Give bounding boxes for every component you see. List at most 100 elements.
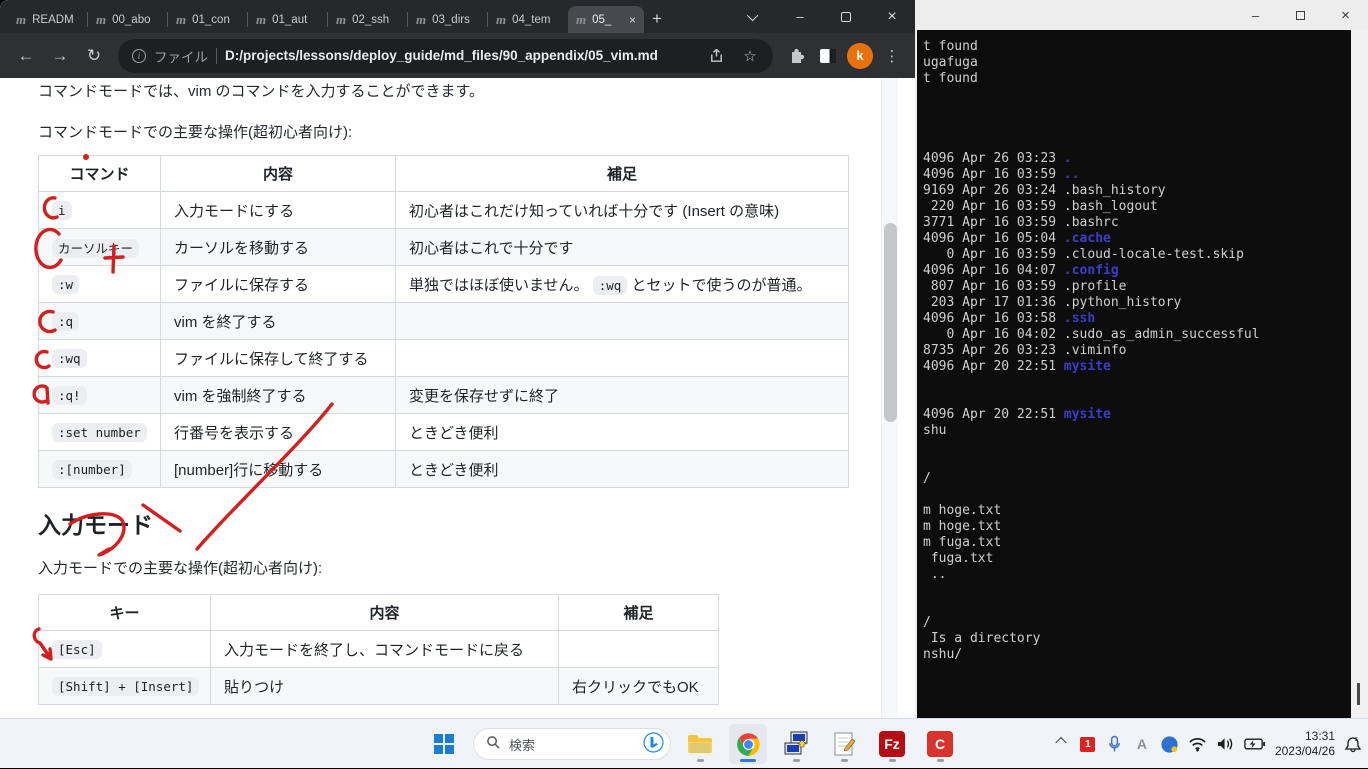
tab-label: 00_abo [112,13,151,26]
terminal-close-button[interactable]: × [1323,0,1368,30]
reload-button[interactable]: ↻ [80,42,108,70]
notepad-icon [834,732,855,755]
divider [216,47,217,64]
paragraph: コマンドモードでの主要な操作(超初心者向け): [38,124,353,141]
taskbar-remote-desktop[interactable] [777,724,815,764]
key-code: [Shift] + [Insert] [52,676,200,696]
paragraph: 入力モードでの主要な操作(超初心者向け): [38,560,323,577]
tab-02-ssh[interactable]: m 02_ssh [328,6,408,33]
tab-label: 04_tem [512,13,551,26]
notification-focus-bell-icon[interactable]: z [1344,726,1362,762]
column-header: キー [38,594,211,631]
start-button[interactable] [425,724,463,764]
ime-language-icon[interactable]: A [1133,726,1151,762]
taskbar-filezilla[interactable]: Fz [873,724,911,764]
markdown-file-icon: m [96,11,107,27]
taskbar-clock[interactable]: 13:31 2023/04/26 [1275,729,1335,759]
terminal-minimize-button[interactable]: – [1233,0,1278,30]
chrome-icon [736,732,760,756]
clock-date: 2023/04/26 [1274,744,1335,758]
tab-03-dirs[interactable]: m 03_dirs [408,6,488,33]
taskbar-camtasia[interactable]: C [921,724,959,764]
tab-04-tem[interactable]: m 04_tem [488,6,568,33]
search-placeholder: 検索 [509,737,536,753]
command-code: :[number] [52,459,132,479]
table-row: :[number] [number]行に移動する ときどき便利 [38,450,849,488]
tab-strip: m READM m 00_abo m 01_con m 01_aut m 02_ssh m… [0,0,915,33]
info-icon[interactable]: i [132,48,146,63]
profile-avatar[interactable]: k [847,42,873,69]
column-header: 内容 [160,155,396,192]
wifi-icon[interactable] [1188,726,1207,762]
taskbar-search-box[interactable]: 検索 [473,728,671,760]
taskbar: 検索 Fz C 1 A 13:31 2023/04/26 z [0,718,1368,768]
microphone-icon[interactable] [1106,726,1124,762]
terminal-maximize-button[interactable] [1278,0,1323,30]
bookmark-star-icon[interactable]: ☆ [737,43,763,69]
markdown-file-icon: m [336,11,347,27]
tab-label: 01_con [192,13,230,26]
tab-01-aut[interactable]: m 01_aut [248,6,328,33]
minimize-button[interactable]: – [777,0,823,33]
terminal-titlebar: – × [915,0,1368,30]
markdown-file-icon: m [576,11,587,27]
scrollbar-thumb[interactable] [884,223,897,422]
command-code: :set number [52,422,147,442]
command-code: :wq [52,348,87,368]
filezilla-icon: Fz [879,731,905,757]
column-header: コマンド [38,155,161,192]
taskbar-file-explorer[interactable] [681,724,719,764]
markdown-file-icon: m [496,11,507,27]
table-row: [Esc] 入力モードを終了し、コマンドモードに戻る [38,630,719,668]
back-button[interactable]: ← [12,42,40,70]
browser-scrollbar[interactable] [881,78,898,718]
tab-00-about[interactable]: m 00_abo [88,6,168,33]
key-code: [Esc] [52,639,102,659]
search-icon [486,735,501,753]
terminal-scrollbar-thumb[interactable] [1357,683,1360,705]
battery-icon[interactable] [1244,726,1266,762]
tab-label: 01_aut [272,13,308,26]
bing-chat-icon[interactable] [643,732,664,756]
paragraph: コマンドモードでは、vim のコマンドを入力することができます。 [38,83,484,100]
terminal-console[interactable]: t found ugafuga t found 4096 Apr 26 03:23 … [917,30,1351,718]
table-row: カーソルキー カーソルを移動する 初心者はこれで十分です [38,228,849,266]
table-row: :wq ファイルに保存して終了する [38,339,849,377]
folder-icon [688,735,712,753]
windows-logo-icon [434,734,454,754]
maximize-button[interactable] [823,0,869,33]
tab-01-con[interactable]: m 01_con [168,6,248,33]
table-row: :set number 行番号を表示する ときどき便利 [38,413,849,451]
taskbar-notepad[interactable] [825,724,863,764]
tab-readme[interactable]: m READM [8,6,88,33]
volume-icon[interactable] [1216,726,1235,762]
markdown-file-icon: m [256,11,267,27]
browser-menu-dots-icon[interactable]: ⋮ [879,43,905,69]
user-presence-icon[interactable] [1160,726,1179,762]
new-tab-button[interactable]: + [644,6,670,32]
browser-window: m READM m 00_abo m 01_con m 01_aut m 02_ssh m… [0,0,915,718]
address-bar[interactable]: i ファイル D:/projects/lessons/deploy_guide/… [118,38,773,73]
extensions-puzzle-icon[interactable] [783,43,809,69]
tab-label: 03_dirs [432,13,470,26]
tab-close-icon[interactable]: × [627,13,636,27]
table-row: :q vim を終了する [38,302,849,340]
column-header: 内容 [210,594,559,631]
markdown-file-icon: m [176,11,187,27]
forward-button[interactable]: → [46,42,74,70]
side-panel-icon[interactable] [815,43,841,69]
share-icon[interactable] [703,43,729,69]
taskbar-chrome[interactable] [729,724,767,764]
markdown-page: コマンドモードでは、vim のコマンドを入力することができます。 コマンドモード… [0,78,898,718]
tab-05-vim-active[interactable]: m 05_ × [568,6,644,33]
browser-window-controls: – × [731,0,915,33]
tray-overflow-chevron-icon[interactable] [1052,726,1070,762]
terminal-scrollbar[interactable] [1351,30,1368,718]
tray-recorder-badge-icon[interactable]: 1 [1079,726,1097,762]
close-button[interactable]: × [869,0,915,33]
table-row: :q! vim を強制終了する 変更を保存せずに終了 [38,376,849,414]
camtasia-icon: C [927,731,953,757]
command-code: カーソルキー [52,238,140,258]
table-row: :w ファイルに保存する 単独ではほぼ使いません。 :wq とセットで使うのが普通。 [38,265,849,303]
tab-search-chevron-icon[interactable] [731,0,777,33]
